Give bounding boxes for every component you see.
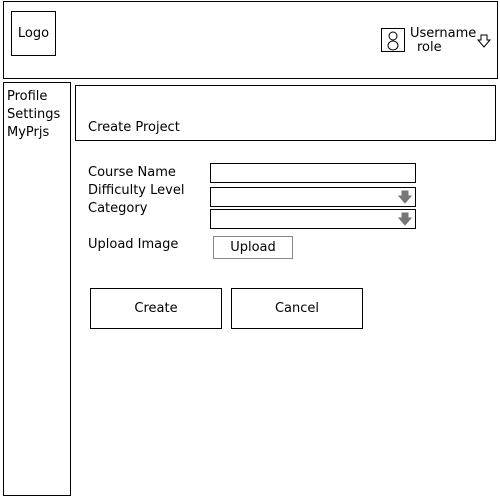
person-icon xyxy=(387,31,399,51)
category-label: Category xyxy=(88,201,148,216)
course-name-input[interactable] xyxy=(210,163,416,183)
upload-button[interactable]: Upload xyxy=(213,236,293,259)
difficulty-level-label: Difficulty Level xyxy=(88,183,185,198)
logo[interactable]: Logo xyxy=(11,11,56,56)
username-label: Username xyxy=(410,26,477,41)
sidebar-item-profile[interactable]: Profile xyxy=(7,88,47,106)
category-select[interactable] xyxy=(210,209,416,229)
sidebar-item-myprjs[interactable]: MyPrjs xyxy=(7,124,49,142)
sidebar: Profile Settings MyPrjs xyxy=(3,82,71,496)
arrow-down-icon xyxy=(476,34,492,48)
upload-image-label: Upload Image xyxy=(88,237,179,252)
cancel-button[interactable]: Cancel xyxy=(231,288,363,329)
user-avatar-icon[interactable] xyxy=(381,28,405,52)
chevron-down-icon xyxy=(398,190,412,204)
sidebar-item-settings[interactable]: Settings xyxy=(7,106,60,124)
page-title-panel: Create Project xyxy=(75,85,496,141)
chevron-down-icon xyxy=(398,212,412,226)
difficulty-level-select[interactable] xyxy=(210,187,416,207)
course-name-label: Course Name xyxy=(88,165,176,180)
create-button[interactable]: Create xyxy=(90,288,222,329)
page-title: Create Project xyxy=(88,120,180,135)
user-menu-dropdown[interactable] xyxy=(476,33,492,48)
role-label: role xyxy=(417,40,442,55)
